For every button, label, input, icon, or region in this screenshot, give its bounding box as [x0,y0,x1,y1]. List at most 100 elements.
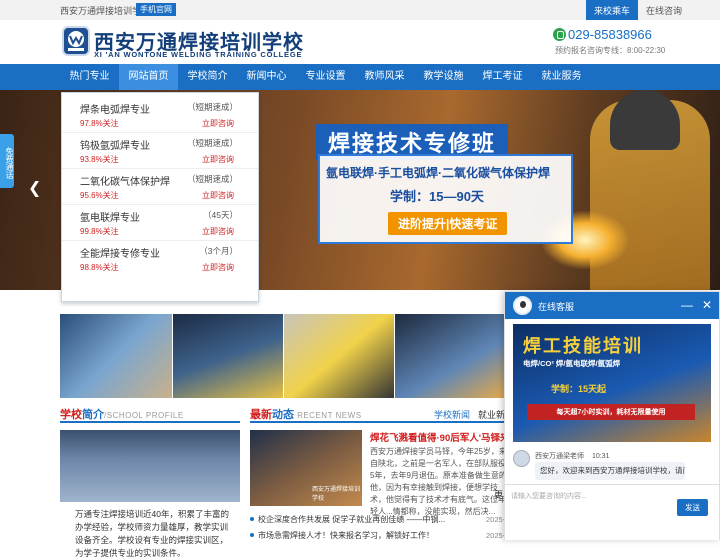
main-nav: 热门专业 网站首页 学校简介 新闻中心 专业设置 教师风采 教学设施 焊工考证 … [0,64,720,90]
nav-item-facilities[interactable]: 教学设施 [414,64,473,90]
course-term: （3个月） [199,246,238,256]
course-item[interactable]: 焊条电弧焊专业 （短期速成） 97.8%关注 立即咨询 [62,97,258,133]
news-list-item[interactable]: 校企深度合作共发展 促学子就业再创佳绩 ——中钢... [250,514,445,525]
banner-term: 学制：15—90天 [390,189,484,204]
course-consult-link[interactable]: 立即咨询 [202,190,234,201]
section-divider [60,421,240,423]
training-photo[interactable] [395,314,505,398]
nav-item-majors[interactable]: 专业设置 [296,64,355,90]
mobile-site-badge[interactable]: 手机官网 [136,3,176,16]
news-tabs: 学校新闻 就业新闻 [434,408,514,421]
nav-item-news[interactable]: 新闻中心 [237,64,296,90]
nav-item-employment[interactable]: 就业服务 [532,64,591,90]
course-item[interactable]: 全能焊接专修专业 （3个月） 98.8%关注 立即咨询 [62,241,258,277]
course-attention: 99.8%关注 [80,227,119,236]
training-photo[interactable] [60,314,172,398]
news-item-text[interactable]: 市场急需焊接人才！快来报名学习，解锁好工作！ [258,531,434,540]
course-consult-link[interactable]: 立即咨询 [202,262,234,273]
header: 西安万通焊接培训学校 XI 'AN WONTONE WELDING TRAINI… [0,20,720,64]
course-term: （45天） [203,210,238,220]
close-icon[interactable]: ✕ [702,298,712,312]
ad-title: 焊工技能培训 [523,336,643,356]
course-item[interactable]: 氩电联焊专业 （45天） 99.8%关注 立即咨询 [62,205,258,241]
news-title-blue: 动态 [272,409,294,421]
chat-header: 在线客服 — ✕ [505,292,719,319]
news-item-text[interactable]: 校企深度合作共发展 促学子就业再创佳绩 ——中钢... [258,515,445,524]
ad-subtitle: 电焊/CO² 焊/氩电联焊/氩弧焊 [523,359,621,368]
news-headline[interactable]: 焊花飞溅看值得·90后军人'马铎来... [370,430,517,444]
course-consult-link[interactable]: 立即咨询 [202,226,234,237]
online-consult-link[interactable]: 在线咨询 [638,0,690,20]
news-list-item[interactable]: 市场急需焊接人才！快来报名学习，解锁好工作！ [250,530,434,541]
course-item[interactable]: 二氧化碳气体保护焊 （短期速成） 95.6%关注 立即咨询 [62,169,258,205]
news-summary: 西安万通焊接学员马铎，今年25岁，来自陕北，之前是一名军人，在部队服役5年，去年… [370,447,507,516]
phone-number: 029-85838966 [553,27,652,42]
message-sender: 西安万通梁老师 10:31 [535,451,609,461]
sender-name: 西安万通梁老师 [535,453,584,460]
banner-cta-button[interactable]: 进阶提升|快速考证 [388,212,508,235]
ad-term: 学制：15天起 [551,384,607,394]
minimize-icon[interactable]: — [681,298,693,312]
course-name[interactable]: 焊条电弧焊专业 [80,101,150,116]
logo-title-en: XI 'AN WONTONE WELDING TRAINING COLLEGE [94,50,303,59]
chat-ad-banner[interactable]: 焊工技能培训 电焊/CO² 焊/氩电联焊/氩弧焊 学制：15天起 每天超7小时实… [513,324,711,442]
free-call-tab[interactable]: 免费通话 [0,134,14,188]
chat-title: 在线客服 [538,302,575,312]
course-term: （短期速成） [186,138,238,148]
phone-icon [553,28,566,41]
banner-prev-arrow-icon[interactable]: ❮ [28,178,41,198]
hotline-hours: 预约报名咨询专线：8:00-22:30 [555,46,666,55]
chat-input-area[interactable]: 请输入您要咨询的内容... 发送 [505,484,719,540]
banner-subtitle: 氩电联焊·手工电弧焊·二氧化碳气体保护焊 [326,166,550,180]
bullet-icon [250,517,254,521]
news-title-red: 最新 [250,409,272,421]
message-avatar [513,450,530,467]
bus-route-link[interactable]: 来校乘车 [585,0,638,20]
ad-footer: 每天超7小时实训，耗材无限量使用 [527,404,695,420]
photo-strip [60,314,580,398]
message-time: 10:31 [591,453,610,460]
course-name[interactable]: 二氧化碳气体保护焊 [80,173,170,188]
training-photo[interactable] [284,314,394,398]
course-term: （短期速成） [186,102,238,112]
news-heading: 最新动态 RECENT NEWS [250,406,362,422]
course-attention: 95.6%关注 [80,191,119,200]
school-intro-text: 万通专注焊接培训近40年，积累了丰富的办学经验，学校师资力量雄厚，教学实训设备齐… [75,509,229,558]
nav-item-about[interactable]: 学校简介 [178,64,237,90]
course-attention: 97.8%关注 [80,119,119,128]
training-photo[interactable] [173,314,283,398]
online-chat-widget: 在线客服 — ✕ 焊工技能培训 电焊/CO² 焊/氩电联焊/氩弧焊 学制：15天… [504,291,720,540]
news-featured-image[interactable]: 西安万通焊接培训学校 [250,430,362,506]
course-name[interactable]: 全能焊接专修专业 [80,245,160,260]
course-item[interactable]: 钨极氩弧焊专业 （短期速成） 93.8%关注 立即咨询 [62,133,258,169]
send-button[interactable]: 发送 [677,499,708,516]
tab-school-news[interactable]: 学校新闻 [434,410,470,420]
nav-item-teachers[interactable]: 教师风采 [355,64,414,90]
agent-avatar [513,296,532,315]
school-title-blue: 简介 [82,409,104,421]
bullet-icon [250,533,254,537]
course-name[interactable]: 氩电联焊专业 [80,209,140,224]
school-title-en: /SCHOOL PROFILE [104,411,184,420]
nav-item-home[interactable]: 网站首页 [119,64,178,90]
nav-item-hot-majors[interactable]: 热门专业 [60,64,119,90]
banner-helmet-image [610,90,680,150]
nav-item-certification[interactable]: 焊工考证 [473,64,532,90]
course-attention: 93.8%关注 [80,155,119,164]
top-bar: 西安万通焊接培训学校 手机官网 来校乘车 在线咨询 [0,0,720,20]
course-consult-link[interactable]: 立即咨询 [202,154,234,165]
news-title-en: RECENT NEWS [297,411,362,420]
phone-text: 029-85838966 [568,27,652,42]
news-image-caption: 西安万通焊接培训学校 [312,487,361,502]
school-photo[interactable] [60,430,240,502]
section-divider [250,421,504,423]
course-consult-link[interactable]: 立即咨询 [202,118,234,129]
school-title-red: 学校 [60,409,82,421]
top-links: 来校乘车 在线咨询 [585,0,690,20]
news-more-link[interactable]: 更 [494,488,503,501]
school-logo-icon[interactable] [62,26,90,56]
course-name[interactable]: 钨极氩弧焊专业 [80,137,150,152]
chat-input-placeholder[interactable]: 请输入您要咨询的内容... [511,491,587,501]
logo-w-icon [68,31,84,51]
hot-majors-dropdown: 焊条电弧焊专业 （短期速成） 97.8%关注 立即咨询 钨极氩弧焊专业 （短期速… [61,92,259,302]
